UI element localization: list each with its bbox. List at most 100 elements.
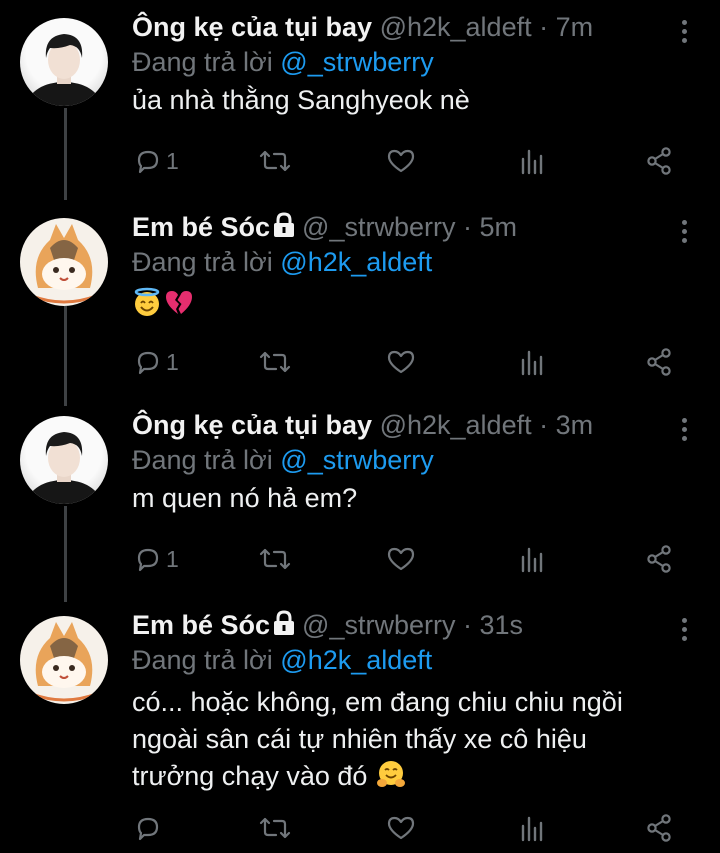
tweet-text: có... hoặc không, em đang chiu chiu ngồi…: [132, 684, 700, 795]
retweet-icon: [259, 150, 291, 172]
avatar[interactable]: [20, 616, 108, 704]
analytics-icon: [521, 547, 543, 573]
tweet-header: Ông kẹ của tụi bay @h2k_aldeft · 7m: [132, 10, 700, 44]
reply-count: 1: [166, 147, 179, 174]
replying-to-handle[interactable]: @h2k_aldeft: [280, 645, 432, 675]
replying-to-label: Đang trả lời: [132, 247, 273, 277]
reply-button[interactable]: [134, 813, 166, 843]
user-handle[interactable]: @_strwberry: [302, 212, 455, 242]
tweet-text-line: có... hoặc không, em đang chiu chiu ngồi: [132, 687, 623, 717]
replying-to-handle[interactable]: @h2k_aldeft: [280, 247, 432, 277]
share-icon: [647, 348, 671, 376]
tweet-header: Em bé Sóc @_strwberry · 5m: [132, 210, 700, 244]
like-button[interactable]: [386, 813, 416, 843]
share-icon: [647, 814, 671, 842]
share-button[interactable]: [644, 544, 674, 574]
retweet-icon: [259, 351, 291, 373]
analytics-button[interactable]: [518, 813, 546, 843]
more-icon[interactable]: [682, 418, 688, 445]
analytics-icon: [521, 350, 543, 376]
lock-icon: [274, 212, 295, 237]
tweet-text-line: trưởng chạy vào đó: [132, 758, 700, 795]
tweet-actions: 1: [132, 544, 700, 574]
reply-button[interactable]: 1: [134, 544, 179, 574]
reply-icon: [137, 817, 159, 841]
avatar[interactable]: [20, 416, 108, 504]
like-button[interactable]: [386, 544, 416, 574]
replying-to-label: Đang trả lời: [132, 645, 273, 675]
share-icon: [647, 545, 671, 573]
share-button[interactable]: [644, 347, 674, 377]
user-handle[interactable]: @h2k_aldeft: [380, 12, 532, 42]
share-button[interactable]: [644, 146, 674, 176]
more-icon[interactable]: [682, 618, 688, 645]
tweet-header: Ông kẹ của tụi bay @h2k_aldeft · 3m: [132, 408, 700, 442]
user-handle[interactable]: @_strwberry: [302, 610, 455, 640]
share-button[interactable]: [644, 813, 674, 843]
replying-to-label: Đang trả lời: [132, 47, 273, 77]
share-icon: [647, 147, 671, 175]
analytics-icon: [521, 149, 543, 175]
separator-dot: ·: [463, 610, 472, 640]
hugging-face-emoji: [376, 761, 405, 787]
more-icon[interactable]: [682, 220, 688, 247]
tweet-text-line: ngoài sân cái tự nhiên thấy xe cô hiệu: [132, 724, 587, 754]
tweet-header: Em bé Sóc @_strwberry · 31s: [132, 608, 700, 642]
tweet-actions: 1: [132, 146, 700, 176]
reply-icon: [137, 548, 159, 572]
display-name[interactable]: Ông kẹ của tụi bay: [132, 12, 372, 42]
tweet-text: m quen nó hả em?: [132, 483, 358, 513]
separator-dot: ·: [463, 212, 472, 242]
more-icon[interactable]: [682, 20, 688, 47]
analytics-button[interactable]: [518, 347, 546, 377]
replying-to-label: Đang trả lời: [132, 445, 273, 475]
lock-icon: [274, 610, 295, 635]
replying-to: Đang trả lời @h2k_aldeft: [132, 642, 700, 678]
avatar[interactable]: [20, 18, 108, 106]
reply-button[interactable]: 1: [134, 347, 179, 377]
display-name[interactable]: Em bé Sóc: [132, 610, 270, 640]
reply-icon: [137, 351, 159, 375]
tweet-text: [132, 286, 700, 323]
replying-to: Đang trả lời @_strwberry: [132, 442, 700, 478]
retweet-icon: [259, 817, 291, 839]
user-handle[interactable]: @h2k_aldeft: [380, 410, 532, 440]
analytics-icon: [521, 816, 543, 842]
display-name[interactable]: Em bé Sóc: [132, 212, 270, 242]
timestamp[interactable]: 5m: [480, 212, 518, 242]
reply-icon: [137, 150, 159, 174]
timestamp[interactable]: 3m: [556, 410, 594, 440]
timestamp[interactable]: 7m: [556, 12, 594, 42]
smiling-face-with-halo-emoji: [134, 287, 160, 316]
display-name[interactable]: Ông kẹ của tụi bay: [132, 410, 372, 440]
avatar[interactable]: [20, 218, 108, 306]
retweet-button[interactable]: [258, 544, 292, 574]
retweet-button[interactable]: [258, 146, 292, 176]
like-icon: [387, 816, 415, 840]
like-icon: [387, 547, 415, 571]
replying-to-handle[interactable]: @_strwberry: [280, 47, 433, 77]
replying-to: Đang trả lời @_strwberry: [132, 44, 700, 80]
separator-dot: ·: [539, 12, 549, 42]
tweet-text: ủa nhà thằng Sanghyeok nè: [132, 85, 470, 115]
separator-dot: ·: [539, 410, 549, 440]
like-icon: [387, 149, 415, 173]
analytics-button[interactable]: [518, 146, 546, 176]
timestamp[interactable]: 31s: [480, 610, 524, 640]
reply-count: 1: [166, 545, 179, 572]
reply-button[interactable]: 1: [134, 146, 179, 176]
retweet-button[interactable]: [258, 813, 292, 843]
analytics-button[interactable]: [518, 544, 546, 574]
tweet-text-line-content: trưởng chạy vào đó: [132, 761, 368, 791]
like-button[interactable]: [386, 347, 416, 377]
retweet-button[interactable]: [258, 347, 292, 377]
like-icon: [387, 350, 415, 374]
replying-to-handle[interactable]: @_strwberry: [280, 445, 433, 475]
tweet-actions: 1: [132, 347, 700, 377]
replying-to: Đang trả lời @h2k_aldeft: [132, 244, 700, 280]
retweet-icon: [259, 548, 291, 570]
tweet-actions: [132, 813, 700, 843]
reply-count: 1: [166, 348, 179, 375]
broken-heart-emoji: [166, 291, 192, 314]
like-button[interactable]: [386, 146, 416, 176]
